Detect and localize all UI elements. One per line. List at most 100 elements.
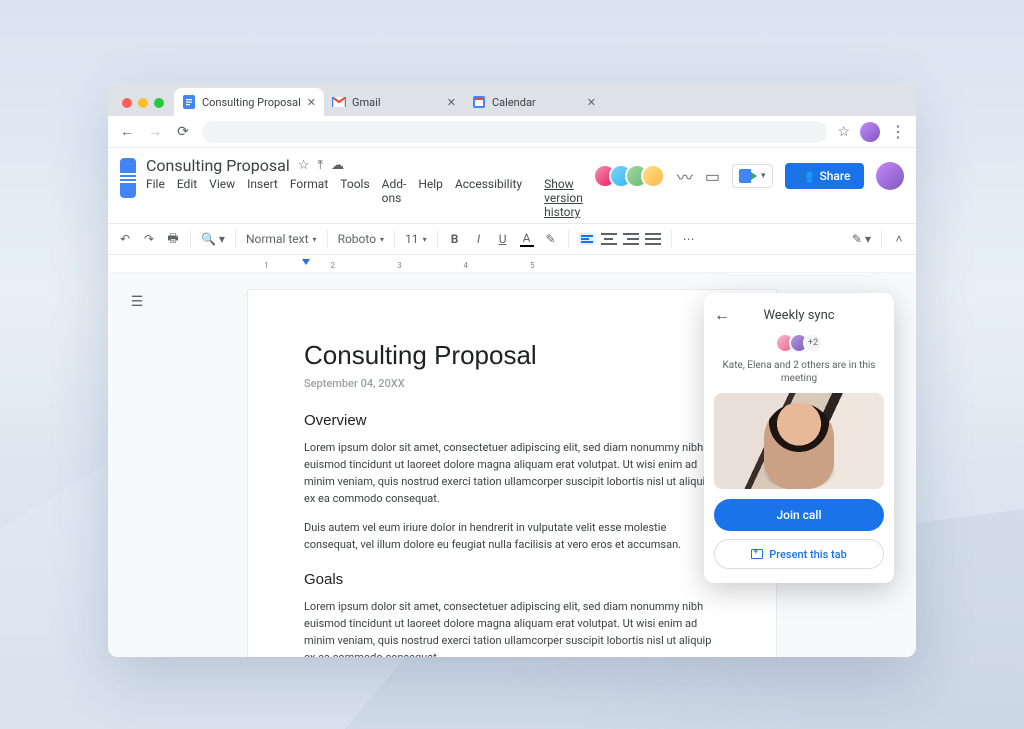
document-title[interactable]: Consulting Proposal (146, 156, 290, 175)
close-tab-icon[interactable]: ✕ (447, 96, 456, 109)
close-window-button[interactable] (122, 98, 132, 108)
profile-chip[interactable] (860, 122, 880, 142)
cloud-status-icon[interactable]: ☁ (331, 158, 344, 173)
menu-accessibility[interactable]: Accessibility (455, 177, 522, 219)
more-participants-badge: +2 (803, 333, 823, 353)
separator (327, 230, 328, 248)
doc-date: September 04, 20XX (304, 377, 720, 390)
doc-heading: Consulting Proposal (304, 340, 720, 371)
font-select[interactable]: Roboto▾ (338, 232, 385, 246)
tab-gmail[interactable]: Gmail ✕ (324, 88, 464, 116)
align-center-button[interactable] (601, 233, 617, 245)
close-tab-icon[interactable]: ✕ (307, 96, 316, 109)
separator (568, 230, 569, 248)
italic-button[interactable]: I (472, 232, 486, 246)
meet-icon (739, 169, 757, 183)
bookmark-star-icon[interactable]: ☆ (837, 124, 850, 140)
paragraph-style-select[interactable]: Normal text▾ (246, 232, 317, 246)
chevron-down-icon: ▾ (761, 171, 766, 181)
font-size-select[interactable]: 11▾ (405, 232, 427, 246)
meeting-subtitle: Kate, Elena and 2 others are in this mee… (714, 359, 884, 385)
menu-tools[interactable]: Tools (340, 177, 369, 219)
menu-addons[interactable]: Add-ons (382, 177, 407, 219)
move-icon[interactable]: ⤒ (317, 158, 323, 173)
camera-icon (811, 463, 825, 473)
menu-help[interactable]: Help (418, 177, 443, 219)
camera-toggle-button[interactable] (803, 453, 833, 483)
reload-button[interactable]: ⟳ (174, 124, 192, 140)
document-page[interactable]: Consulting Proposal September 04, 20XX O… (247, 289, 777, 657)
tab-strip: Consulting Proposal ✕ Gmail ✕ Calendar ✕ (108, 82, 916, 116)
collapse-toolbar-button[interactable]: ˄ (892, 232, 906, 246)
tab-label: Calendar (492, 96, 536, 109)
highlight-button[interactable]: ✎ (544, 232, 558, 246)
more-tools-button[interactable]: ⋯ (682, 232, 696, 246)
docs-home-icon[interactable] (120, 158, 136, 198)
forward-button[interactable]: → (146, 123, 164, 140)
gmail-favicon (332, 95, 346, 109)
tab-label: Consulting Proposal (202, 96, 301, 109)
menu-edit[interactable]: Edit (177, 177, 197, 219)
present-tab-button[interactable]: Present this tab (714, 539, 884, 569)
section-title: Goals (304, 571, 720, 588)
tab-calendar[interactable]: Calendar ✕ (464, 88, 604, 116)
window-controls (116, 98, 174, 116)
align-right-button[interactable] (623, 233, 639, 245)
docs-favicon (182, 95, 196, 109)
outline-toggle-icon[interactable]: ☰ (126, 291, 148, 313)
separator (671, 230, 672, 248)
undo-button[interactable]: ↶ (118, 232, 132, 246)
separator (881, 230, 882, 248)
align-justify-button[interactable] (645, 233, 661, 245)
menu-insert[interactable]: Insert (247, 177, 278, 219)
menu-file[interactable]: File (146, 177, 165, 219)
paragraph: Lorem ipsum dolor sit amet, consectetuer… (304, 598, 720, 657)
formatting-toolbar: ↶ ↷ 🖶 🔍 ▾ Normal text▾ Roboto▾ 11▾ B I U… (108, 223, 916, 255)
ruler[interactable]: 1 2 3 4 5 (108, 255, 916, 273)
account-avatar[interactable] (876, 162, 904, 190)
bold-button[interactable]: B (448, 232, 462, 246)
address-bar: ← → ⟳ ☆ ⋮ (108, 116, 916, 148)
separator (437, 230, 438, 248)
underline-button[interactable]: U (496, 232, 510, 246)
present-icon (751, 549, 763, 559)
back-button[interactable]: ← (118, 123, 136, 140)
zoom-button[interactable]: 🔍 ▾ (201, 232, 225, 246)
align-left-button[interactable] (579, 233, 595, 245)
align-group (579, 233, 661, 245)
menu-view[interactable]: View (209, 177, 235, 219)
maximize-window-button[interactable] (154, 98, 164, 108)
text-color-button[interactable]: A (520, 231, 534, 247)
separator (235, 230, 236, 248)
version-history-link[interactable]: Show version history (544, 177, 583, 219)
browser-window: Consulting Proposal ✕ Gmail ✕ Calendar ✕… (108, 82, 916, 657)
editing-mode-button[interactable]: ✎ ▾ (852, 232, 871, 246)
join-call-button[interactable]: Join call (714, 499, 884, 531)
docs-header: Consulting Proposal ☆ ⤒ ☁ File Edit View… (108, 148, 916, 219)
omnibox[interactable] (202, 121, 827, 143)
people-icon: 👥 (799, 169, 814, 183)
mic-toggle-button[interactable] (765, 453, 795, 483)
document-canvas: ☰ Consulting Proposal September 04, 20XX… (108, 273, 916, 657)
menu-format[interactable]: Format (290, 177, 328, 219)
minimize-window-button[interactable] (138, 98, 148, 108)
share-label: Share (819, 169, 850, 183)
mic-icon (774, 461, 786, 475)
browser-menu-icon[interactable]: ⋮ (890, 122, 906, 141)
share-button[interactable]: 👥 Share (785, 163, 865, 189)
meet-button[interactable]: ▾ (732, 164, 773, 188)
comments-icon[interactable]: ▭ (705, 167, 720, 186)
menu-bar: File Edit View Insert Format Tools Add-o… (146, 177, 583, 219)
separator (394, 230, 395, 248)
meet-popover: ← Weekly sync +2 Kate, Elena and 2 other… (704, 293, 894, 583)
star-icon[interactable]: ☆ (298, 158, 310, 173)
collaborator-avatars[interactable] (593, 164, 665, 188)
tab-docs[interactable]: Consulting Proposal ✕ (174, 88, 324, 116)
redo-button[interactable]: ↷ (142, 232, 156, 246)
print-button[interactable]: 🖶 (166, 229, 180, 250)
close-tab-icon[interactable]: ✕ (587, 96, 596, 109)
avatar (641, 164, 665, 188)
activity-icon[interactable]: 〰 (677, 164, 693, 188)
meeting-participant-avatars: +2 (775, 333, 823, 353)
back-arrow-icon[interactable]: ← (714, 305, 734, 325)
